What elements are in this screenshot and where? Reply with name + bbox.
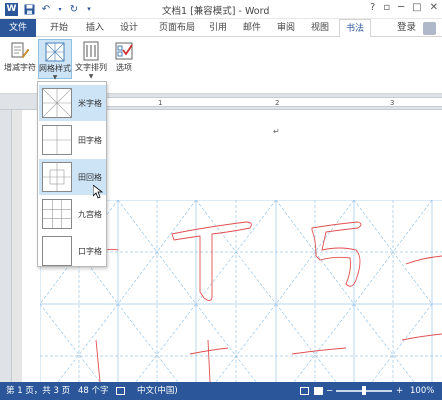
grid-style-label: 网格样式 [39,64,71,73]
word-logo: W [5,2,18,16]
status-bar: 第 1 页，共 3 页 48 个字 中文(中国) − + 100% [0,382,442,400]
undo-icon[interactable]: ↶ [40,3,52,15]
minimize-icon[interactable]: ─ [398,2,404,13]
grid-option-label: 田回格 [78,172,102,182]
text-arrange-button[interactable]: 文字排列 ▼ [74,39,108,80]
grid-option-jiugong[interactable]: 九宫格 [39,196,106,232]
tab-design[interactable]: 设计 [114,19,144,37]
tab-calligraphy[interactable]: 书法 [339,19,371,38]
character-ding-outline [171,221,252,301]
add-remove-chars-label: 增减字符 [4,63,36,72]
tab-mailings[interactable]: 邮件 [237,19,267,37]
close-icon[interactable]: ✕ [430,2,438,13]
text-arrange-label: 文字排列 [75,63,107,72]
vertical-ruler[interactable] [0,110,12,382]
options-button[interactable]: 选项 [107,39,141,79]
stroke-outline [291,347,347,355]
grid-option-mi[interactable]: 米字格 [39,85,106,121]
paragraph-mark: ↵ [273,127,280,136]
mi-grid-icon [42,88,72,118]
read-mode-icon[interactable] [300,387,309,395]
add-remove-chars-icon [10,41,30,61]
grid-option-kou[interactable]: 口字格 [39,233,106,269]
tab-review[interactable]: 审阅 [271,19,301,37]
word-count[interactable]: 48 个字 [78,382,109,400]
chevron-down-icon: ▼ [88,73,94,80]
window-title: 文档1 [兼容模式] - Word [162,6,270,17]
grid-style-menu: 米字格 田字格 田回格 九宫格 口字格 [37,81,107,267]
grid-option-label: 田字格 [78,135,102,145]
tianhui-grid-icon [42,162,72,192]
tab-insert[interactable]: 插入 [80,19,110,37]
stroke-outline [207,339,211,382]
kou-grid-icon [42,236,72,266]
grid-option-label: 米字格 [78,98,102,108]
page-count[interactable]: 第 1 页，共 3 页 [6,382,70,400]
proofing-icon[interactable] [116,387,125,395]
character-strokes [95,221,442,382]
stroke-outline [95,339,101,382]
ribbon-display-icon[interactable]: ▫ [383,2,390,13]
zoom-in-icon[interactable]: + [396,382,403,400]
tab-file[interactable]: 文件 [0,19,36,37]
zoom-out-icon[interactable]: − [326,382,333,400]
ruler-number: 3 [390,99,395,107]
tab-home[interactable]: 开始 [44,19,74,37]
title-bar: W ↶ ▾ ↻ ▾ 文档1 [兼容模式] - Word ? ▫ ─ □ ✕ [0,0,442,19]
grid-option-label: 口字格 [78,246,102,256]
print-layout-icon[interactable] [314,387,323,395]
grid-style-button[interactable]: 网格样式 ▼ [38,39,72,81]
tab-page-layout[interactable]: 页面布局 [153,19,201,37]
avatar[interactable] [423,22,436,35]
mouse-cursor-icon [93,185,103,199]
options-icon [114,41,134,61]
ruler-number: 1 [158,99,163,107]
grid-style-icon [45,42,65,62]
grid-option-label: 九宫格 [78,209,102,219]
maximize-icon[interactable]: □ [412,2,421,13]
options-label: 选项 [116,63,132,72]
tian-grid-icon [42,125,72,155]
stroke-outline [405,255,442,265]
chevron-down-icon: ▼ [52,74,58,81]
ribbon-tabs: 文件 开始 插入 设计 页面布局 引用 邮件 审阅 视图 书法 登录 [0,19,442,38]
help-icon[interactable]: ? [370,2,375,13]
jiugong-grid-icon [42,199,72,229]
zoom-level[interactable]: 100% [410,382,434,400]
ruler-number: 2 [275,99,280,107]
language-status[interactable]: 中文(中国) [137,382,178,400]
tab-view[interactable]: 视图 [305,19,335,37]
stroke-outline [401,333,442,341]
window-controls: ? ▫ ─ □ ✕ [370,2,438,13]
zoom-slider-thumb[interactable] [362,386,366,395]
grid-option-tian[interactable]: 田字格 [39,122,106,158]
customize-qat-icon[interactable]: ▾ [85,3,93,15]
add-remove-chars-button[interactable]: 增减字符 [3,39,37,79]
text-arrange-icon [81,41,101,61]
redo-icon[interactable]: ↻ [68,3,80,15]
login-link[interactable]: 登录 [397,19,416,37]
save-icon[interactable] [23,3,35,15]
quick-access-toolbar: W ↶ ▾ ↻ ▾ [0,2,93,16]
tab-references[interactable]: 引用 [203,19,233,37]
undo-dropdown-icon[interactable]: ▾ [57,3,63,15]
